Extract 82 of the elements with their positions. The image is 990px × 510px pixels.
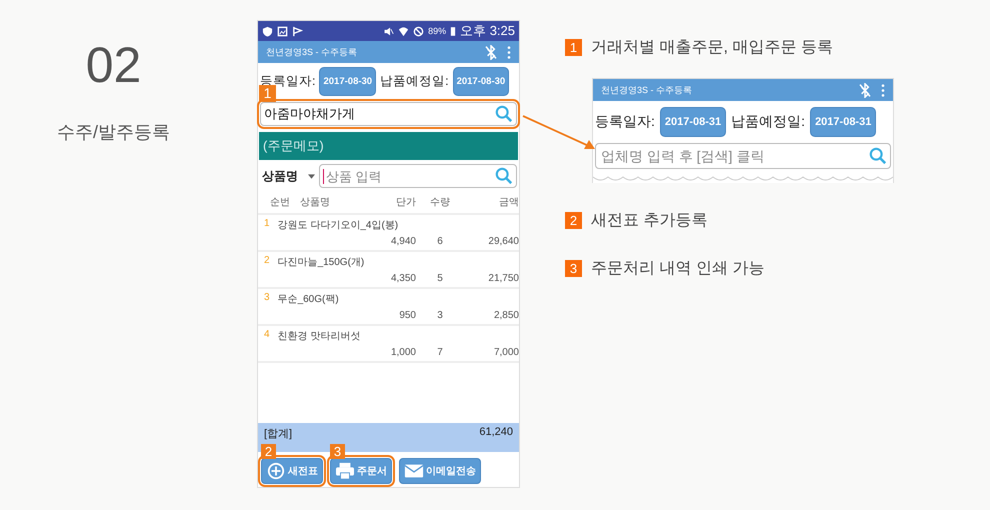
app-title: 천년경영3S - 수주등록 (601, 84, 694, 96)
row-number: 2 (264, 255, 270, 268)
unit-price: 4,940 (390, 236, 416, 247)
column-header: 금액 (499, 197, 519, 208)
order-row[interactable]: 3 무순_60G(팩) 950 3 2,850 (258, 289, 519, 326)
date-button[interactable]: 2017-08-30 (319, 67, 376, 96)
product-name: 무순_60G(팩) (278, 293, 339, 306)
column-header: 수량 (430, 197, 450, 208)
section-title: 수주/발주등록 (56, 121, 170, 144)
order-row[interactable]: 4 친환경 맛타리버섯 1,000 7 7,000 (258, 326, 519, 363)
callout-text: 새전표 추가등록 (591, 211, 708, 231)
customer-search-field[interactable]: 업체명 입력 후 [검색] 클릭 (595, 143, 891, 169)
row-number: 3 (264, 292, 270, 305)
memo-bar[interactable]: (주문메모) (259, 132, 518, 160)
number-badge: 1 (259, 85, 276, 102)
product-search-field[interactable]: 상품 입력 (319, 164, 517, 188)
number-badge: 2 (261, 444, 276, 459)
app-title: 천년경영3S - 수주등록 (266, 46, 358, 58)
total-label: [합계] (264, 427, 292, 441)
column-header: 단가 (396, 196, 416, 209)
date-label: 등록일자: (595, 113, 655, 131)
date-button[interactable]: 2017-08-31 (810, 107, 876, 137)
quantity: 6 (437, 236, 443, 247)
amount: 21,750 (488, 273, 519, 284)
print-button[interactable]: 주문서 (330, 458, 392, 484)
unit-price: 4,350 (390, 273, 416, 284)
product-filter-dropdown[interactable]: 상품명 (258, 168, 319, 184)
new-button[interactable]: 새전표 (261, 458, 323, 484)
plus-circle-icon (266, 462, 286, 480)
product-name: 다진마늘_150G(개) (278, 256, 364, 269)
customer-search-field[interactable]: 아줌마야채가게 (260, 102, 517, 126)
number-badge: 2 (565, 212, 582, 229)
row-number: 4 (264, 329, 270, 342)
quantity: 5 (437, 273, 443, 284)
product-name: 강원도 다다기오이_4입(봉) (278, 219, 398, 232)
quantity: 3 (437, 310, 443, 321)
total-value: 61,240 (479, 426, 513, 440)
search-icon[interactable] (495, 105, 513, 123)
unit-price: 950 (399, 310, 416, 321)
step-number: 02 (86, 40, 142, 90)
printer-icon (335, 462, 355, 480)
quantity: 7 (437, 347, 443, 358)
search-icon (869, 147, 887, 165)
flag-icon (292, 26, 303, 36)
product-name: 친환경 맛타리버섯 (278, 330, 360, 343)
mute-icon (383, 26, 394, 36)
order-row[interactable]: 1 강원도 다다기오이_4입(봉) 4,940 6 29,640 (258, 215, 519, 252)
order-row[interactable]: 2 다진마늘_150G(개) 4,350 5 21,750 (258, 252, 519, 289)
text-input[interactable]: 상품 입력 (324, 168, 495, 184)
image-icon (277, 26, 288, 36)
callout-text: 주문처리 내역 인쇄 가능 (591, 259, 764, 279)
number-badge: 3 (565, 260, 582, 277)
column-header: 상품명 (300, 196, 330, 209)
search-icon[interactable] (495, 167, 513, 185)
row-number: 1 (264, 218, 270, 231)
bluetooth-off-icon[interactable] (485, 44, 497, 60)
caret-icon (308, 174, 315, 178)
number-badge: 1 (565, 39, 582, 56)
battery-icon (450, 26, 456, 36)
column-header: 순번 (270, 196, 290, 209)
date-label: 납품예정일: (380, 73, 449, 90)
date-button[interactable]: 2017-08-31 (660, 107, 726, 137)
amount: 29,640 (488, 236, 519, 247)
date-label: 등록일자: (260, 73, 316, 88)
wifi-icon (398, 26, 410, 36)
date-label: 납품예정일: (731, 113, 806, 131)
battery-percent: 89% (428, 26, 446, 36)
callout-text: 거래처별 매출주문, 매입주문 등록 (591, 38, 833, 58)
number-badge: 3 (330, 444, 345, 459)
envelope-icon (404, 462, 424, 480)
amount: 7,000 (494, 347, 519, 358)
unit-price: 1,000 (390, 347, 416, 358)
email-button[interactable]: 이메일전송 (399, 458, 481, 484)
bluetooth-off-icon (859, 82, 871, 98)
more-icon[interactable] (507, 46, 511, 58)
text-input[interactable]: 업체명 입력 후 [검색] 클릭 (599, 147, 869, 165)
date-button[interactable]: 2017-08-30 (452, 67, 510, 96)
clock: 오후 3:25 (460, 22, 515, 40)
more-icon (881, 84, 885, 96)
amount: 2,850 (494, 310, 519, 321)
shield-icon (262, 26, 273, 36)
block-icon (413, 26, 424, 36)
